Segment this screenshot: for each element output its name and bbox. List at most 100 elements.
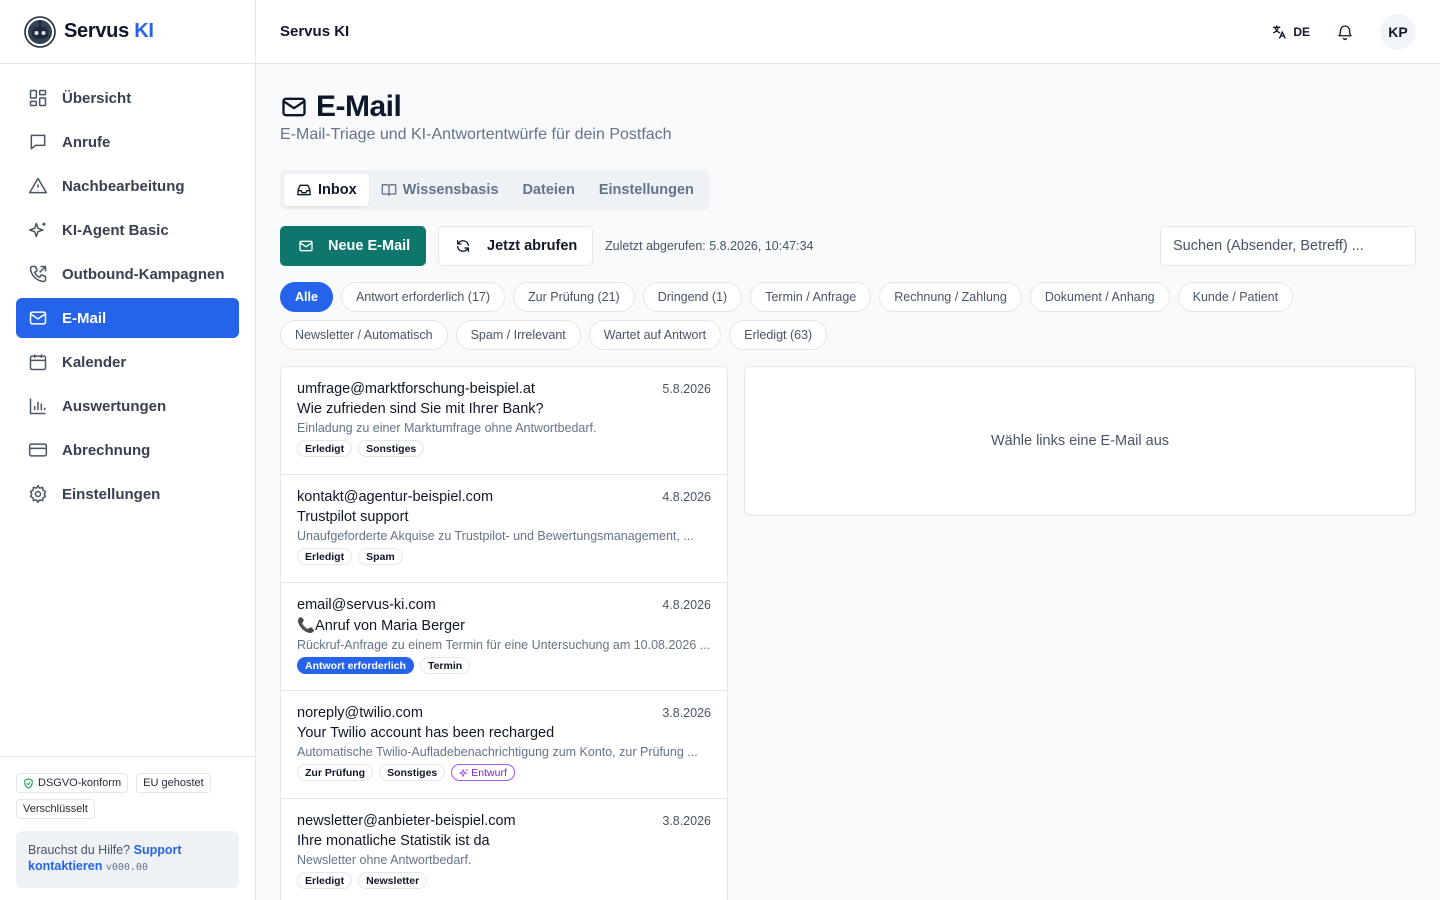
filter-chip-termin[interactable]: Termin / Anfrage: [750, 282, 872, 312]
sidebar-item-label: Outbound-Kampagnen: [62, 265, 225, 283]
email-sender: kontakt@agentur-beispiel.com: [297, 489, 494, 505]
shield-check-icon: [23, 777, 34, 789]
version-label: v000.00: [105, 862, 148, 873]
email-list-item[interactable]: umfrage@marktforschung-beispiel.at 5.8.2…: [281, 367, 727, 475]
tab-bar: Inbox Wissensbasis Dateien Einstellungen: [280, 170, 710, 210]
sidebar-item-label: E-Mail: [62, 309, 107, 327]
email-list-item[interactable]: noreply@twilio.com 3.8.2026 Your Twilio …: [281, 691, 727, 799]
filter-chip-dringend[interactable]: Dringend (1): [642, 282, 743, 312]
tab-einstellungen[interactable]: Einstellungen: [587, 174, 706, 206]
chat-bubble-icon: [28, 132, 48, 152]
warning-triangle-icon: [28, 176, 48, 196]
email-preview: Newsletter ohne Antwortbedarf.: [297, 853, 472, 867]
badge-eu-hosted: EU gehostet: [136, 773, 211, 793]
brand[interactable]: Servus KI: [0, 0, 255, 64]
sidebar-item-nachbearbeitung[interactable]: Nachbearbeitung: [16, 166, 239, 206]
mail-icon: [298, 238, 314, 254]
bell-icon[interactable]: [1336, 23, 1354, 41]
sidebar: Servus KI Übersicht Anrufe Nachbearbeitu…: [0, 0, 256, 900]
filter-chip-newsletter[interactable]: Newsletter / Automatisch: [280, 320, 448, 350]
sidebar-item-label: Übersicht: [62, 89, 132, 107]
email-tag-draft: Entwurf: [451, 764, 515, 781]
filter-chip-zur-pruefung[interactable]: Zur Prüfung (21): [513, 282, 635, 312]
sidebar-item-abrechnung[interactable]: Abrechnung: [16, 430, 239, 470]
grid-icon: [28, 88, 48, 108]
email-list-item[interactable]: newsletter@anbieter-beispiel.com 3.8.202…: [281, 799, 727, 900]
email-date: 5.8.2026: [662, 382, 711, 396]
email-preview: Rückruf-Anfrage zu einem Termin für eine…: [297, 638, 711, 652]
sidebar-nav: Übersicht Anrufe Nachbearbeitung KI-Agen…: [0, 64, 255, 514]
avatar[interactable]: KP: [1380, 13, 1416, 50]
sidebar-item-label: Nachbearbeitung: [62, 177, 185, 195]
email-tag: Erledigt: [297, 548, 353, 565]
filter-chip-dokument[interactable]: Dokument / Anhang: [1029, 282, 1170, 312]
fetch-now-button[interactable]: Jetzt abrufen: [438, 226, 593, 266]
email-sender: umfrage@marktforschung-beispiel.at: [297, 381, 535, 397]
book-icon: [381, 182, 397, 198]
sidebar-item-email[interactable]: E-Mail: [16, 298, 239, 338]
email-list-item[interactable]: email@servus-ki.com 4.8.2026 📞Anruf von …: [281, 583, 727, 691]
inbox-icon: [296, 182, 312, 198]
last-fetched-label: Zuletzt abgerufen: 5.8.2026, 10:47:34: [605, 239, 814, 253]
filter-chip-rechnung[interactable]: Rechnung / Zahlung: [879, 282, 1022, 312]
email-subject: Wie zufrieden sind Sie mit Ihrer Bank?: [297, 401, 544, 417]
sidebar-item-anrufe[interactable]: Anrufe: [16, 122, 239, 162]
email-tag: Spam: [358, 548, 403, 565]
bar-chart-icon: [28, 396, 48, 416]
filter-chip-spam[interactable]: Spam / Irrelevant: [455, 320, 581, 350]
filter-chip-alle[interactable]: Alle: [280, 282, 333, 312]
topbar-title: Servus KI: [280, 23, 350, 40]
email-sender: noreply@twilio.com: [297, 705, 423, 721]
email-list-item[interactable]: kontakt@agentur-beispiel.com 4.8.2026 Tr…: [281, 475, 727, 583]
new-email-button[interactable]: Neue E-Mail: [280, 226, 426, 266]
email-date: 3.8.2026: [662, 814, 711, 828]
sidebar-item-uebersicht[interactable]: Übersicht: [16, 78, 239, 118]
email-sender: email@servus-ki.com: [297, 597, 436, 613]
filter-chip-erledigt[interactable]: Erledigt (63): [729, 320, 828, 350]
gear-icon: [28, 484, 48, 504]
filter-chip-antwort-erforderlich[interactable]: Antwort erforderlich (17): [340, 282, 506, 312]
phone-outgoing-icon: [28, 264, 48, 284]
email-tag: Newsletter: [358, 872, 428, 889]
translate-icon: [1271, 24, 1287, 40]
action-bar: Neue E-Mail Jetzt abrufen Zuletzt abgeru…: [280, 226, 1416, 266]
email-list: umfrage@marktforschung-beispiel.at 5.8.2…: [280, 366, 728, 900]
sidebar-item-ki-agent[interactable]: KI-Agent Basic: [16, 210, 239, 250]
sparkles-icon: [459, 768, 469, 778]
email-tag: Zur Prüfung: [297, 764, 374, 781]
calendar-icon: [28, 352, 48, 372]
tab-wissensbasis[interactable]: Wissensbasis: [369, 174, 511, 206]
email-date: 3.8.2026: [662, 706, 711, 720]
language-switcher[interactable]: DE: [1271, 24, 1310, 40]
robot-logo-icon: [24, 15, 56, 48]
sidebar-footer: DSGVO-konform EU gehostet Verschlüsselt …: [0, 756, 255, 900]
empty-state-text: Wähle links eine E-Mail aus: [990, 433, 1170, 449]
email-preview: Unaufgeforderte Akquise zu Trustpilot- u…: [297, 529, 694, 543]
email-sender: newsletter@anbieter-beispiel.com: [297, 813, 516, 829]
sidebar-item-einstellungen[interactable]: Einstellungen: [16, 474, 239, 514]
sidebar-item-label: Kalender: [62, 353, 127, 371]
page-title: E-Mail: [280, 90, 1416, 124]
email-detail-panel: Wähle links eine E-Mail aus: [744, 366, 1416, 516]
badge-encrypted: Verschlüsselt: [16, 799, 95, 819]
search-input[interactable]: [1160, 226, 1416, 266]
tab-inbox[interactable]: Inbox: [284, 174, 369, 206]
sidebar-item-outbound[interactable]: Outbound-Kampagnen: [16, 254, 239, 294]
sidebar-item-label: Abrechnung: [62, 441, 151, 459]
help-box: Brauchst du Hilfe? Support kontaktieren …: [16, 831, 239, 888]
sidebar-item-label: KI-Agent Basic: [62, 221, 169, 239]
filter-chip-wartet[interactable]: Wartet auf Antwort: [588, 320, 722, 350]
mail-icon: [28, 308, 48, 328]
filter-chips: Alle Antwort erforderlich (17) Zur Prüfu…: [280, 282, 1340, 350]
email-preview: Automatische Twilio-Aufladebenachrichtig…: [297, 745, 698, 759]
filter-chip-kunde[interactable]: Kunde / Patient: [1177, 282, 1294, 312]
email-tag: Erledigt: [297, 440, 353, 457]
email-tag: Antwort erforderlich: [297, 657, 414, 674]
email-subject: Trustpilot support: [297, 509, 409, 525]
refresh-icon: [455, 238, 471, 254]
sidebar-item-auswertungen[interactable]: Auswertungen: [16, 386, 239, 426]
sidebar-item-kalender[interactable]: Kalender: [16, 342, 239, 382]
tab-dateien[interactable]: Dateien: [510, 174, 586, 206]
sidebar-item-label: Auswertungen: [62, 397, 167, 415]
email-subject: Your Twilio account has been recharged: [297, 725, 555, 741]
